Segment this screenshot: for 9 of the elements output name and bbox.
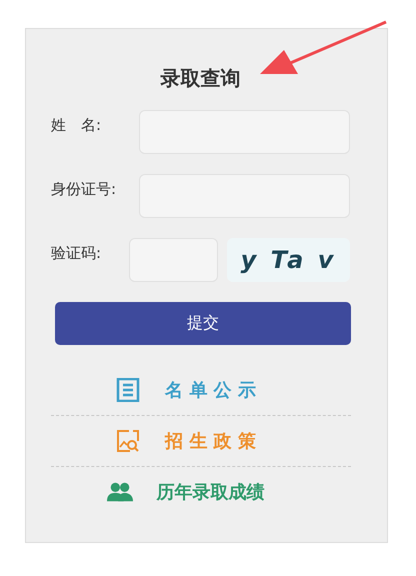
nav-link[interactable]: 历年录取成绩 [156,480,264,504]
submit-button[interactable]: 提交 [55,302,351,345]
nav-link[interactable]: 名 单 公 示 [165,378,256,402]
panel-title: 录取查询 [159,65,242,92]
field-label: 身份证号: [51,179,118,199]
field-label: 姓 名: [51,115,102,135]
nav-link[interactable]: 招 生 政 策 [165,429,256,453]
captcha-image[interactable]: y Ta v [227,238,350,282]
field-label: 验证码: [51,243,102,263]
